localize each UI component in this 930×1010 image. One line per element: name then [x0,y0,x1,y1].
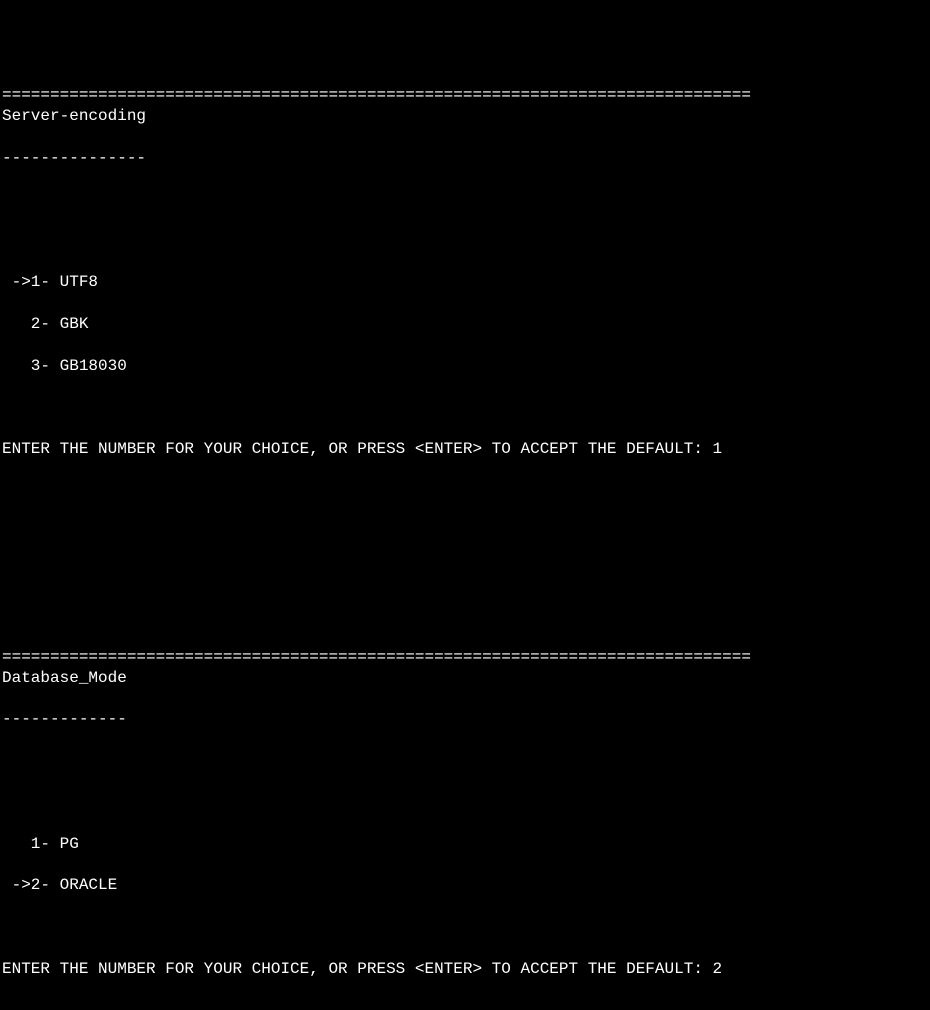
blank-line [2,605,928,626]
blank-line [2,189,928,210]
option-gbk: 2- GBK [2,314,928,335]
blank-line [2,917,928,938]
blank-line [2,397,928,418]
blank-line [2,751,928,772]
underline-server-encoding: --------------- [2,148,928,169]
option-pg: 1- PG [2,834,928,855]
underline-database-mode: ------------- [2,709,928,730]
blank-line [2,522,928,543]
prompt-database-mode[interactable]: ENTER THE NUMBER FOR YOUR CHOICE, OR PRE… [2,959,928,980]
divider-top: ========================================… [2,86,751,104]
blank-line [2,480,928,501]
section-title-server-encoding: Server-encoding [2,106,928,127]
prompt-server-encoding[interactable]: ENTER THE NUMBER FOR YOUR CHOICE, OR PRE… [2,439,928,460]
option-gb18030: 3- GB18030 [2,356,928,377]
option-utf8: ->1- UTF8 [2,272,928,293]
divider-mid: ========================================… [2,648,751,666]
section-title-database-mode: Database_Mode [2,668,928,689]
blank-line [2,792,928,813]
option-oracle: ->2- ORACLE [2,875,928,896]
blank-line [2,231,928,252]
blank-line [2,564,928,585]
